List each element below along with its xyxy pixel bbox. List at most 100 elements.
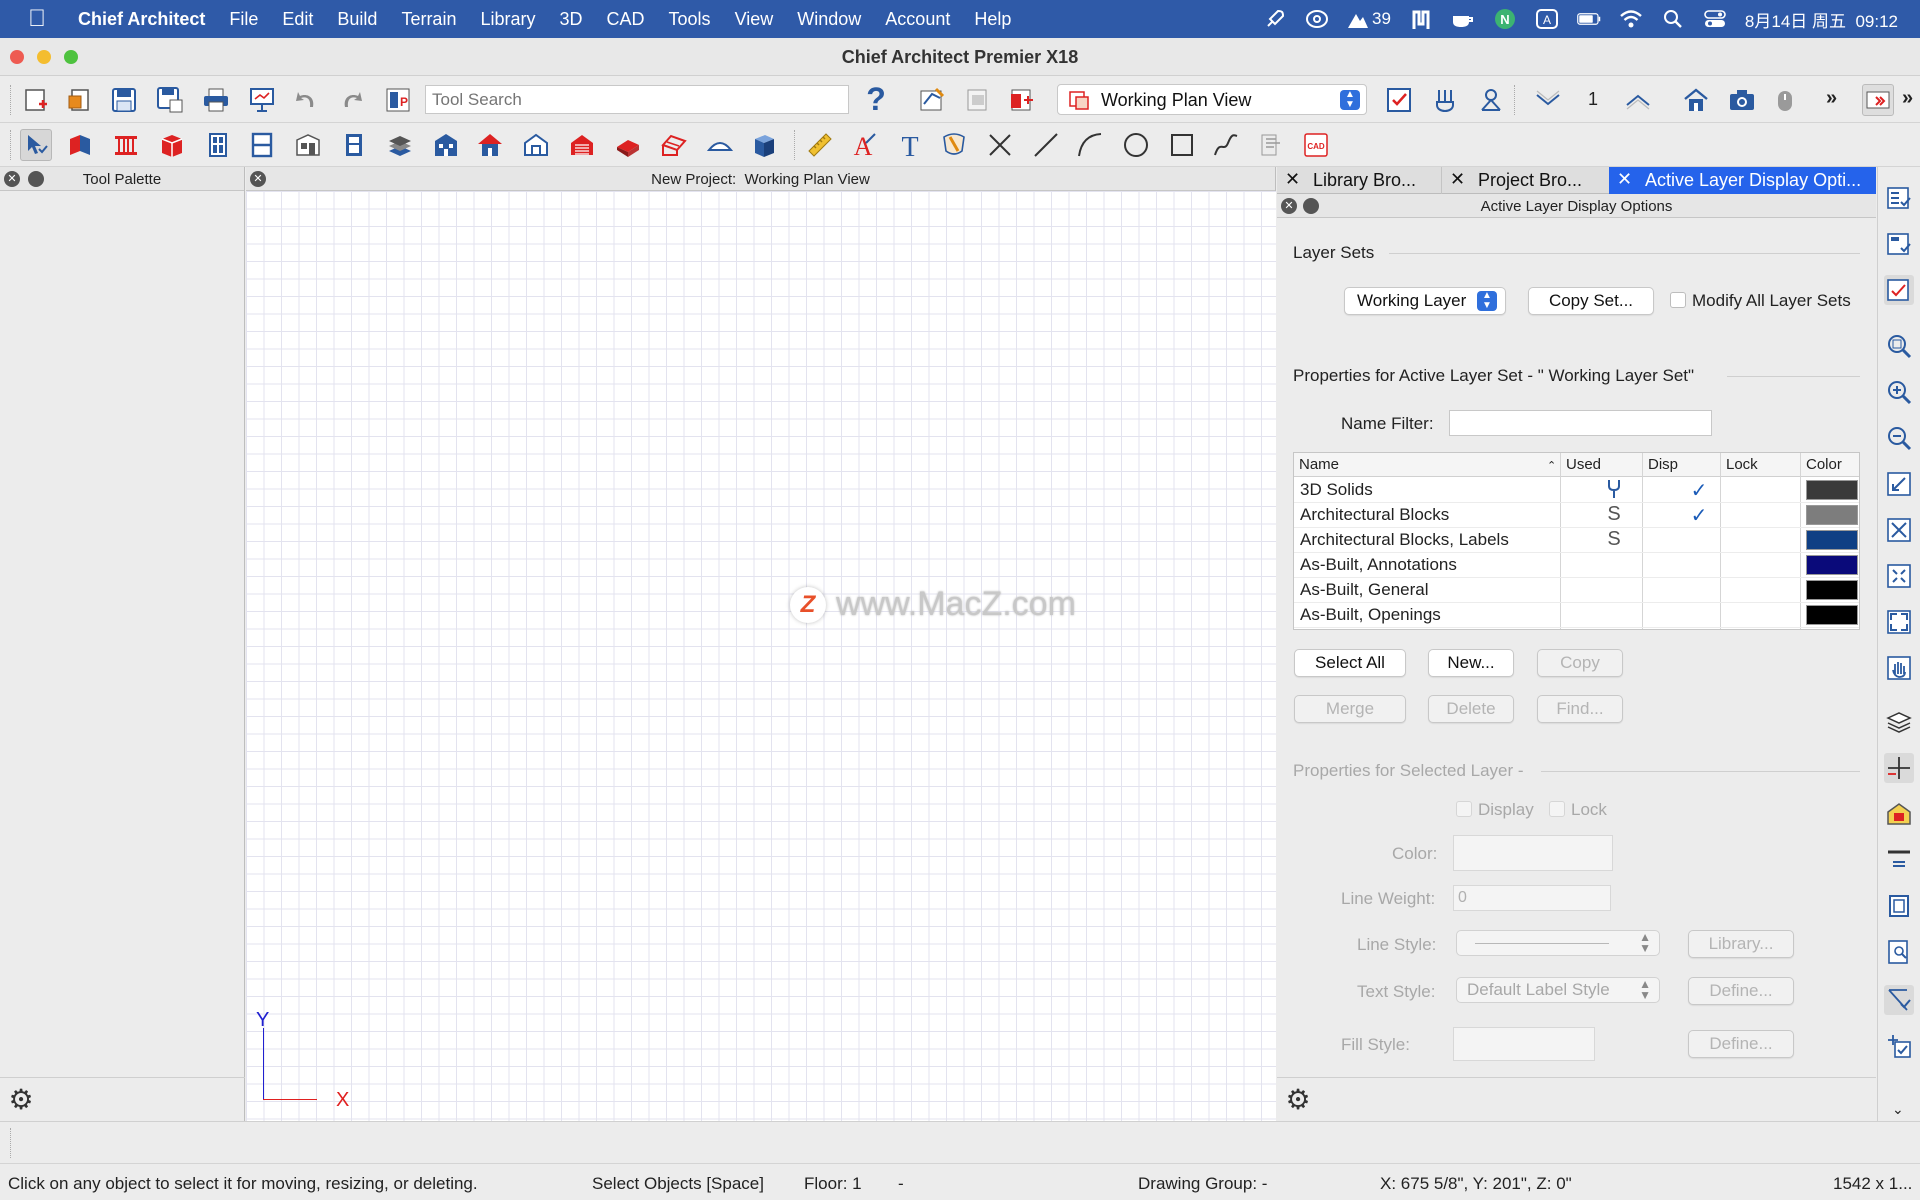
- col-disp-header[interactable]: Disp: [1648, 456, 1678, 473]
- view-select[interactable]: Working Plan View ▲ ▼: [1057, 84, 1367, 115]
- window-tool-icon[interactable]: [246, 129, 278, 161]
- layer-check-icon[interactable]: [1884, 275, 1914, 305]
- checklist-icon[interactable]: [1383, 84, 1415, 116]
- gear-icon[interactable]: ⚙: [6, 1085, 36, 1115]
- lock-checkbox[interactable]: [1549, 801, 1565, 817]
- menu-tools[interactable]: Tools: [657, 9, 723, 30]
- undo-icon[interactable]: [290, 84, 322, 116]
- menu-file[interactable]: File: [217, 9, 270, 30]
- menubar-datetime[interactable]: 8月14日 周五 09:12: [1745, 7, 1898, 32]
- home-icon[interactable]: [1680, 84, 1712, 116]
- tab-active-layer-display[interactable]: ✕ Active Layer Display Opti...: [1609, 167, 1876, 194]
- line-tool-icon[interactable]: [1030, 129, 1062, 161]
- find-in-view-icon[interactable]: [1884, 937, 1914, 967]
- frame-icon[interactable]: [1884, 891, 1914, 921]
- weather-icon[interactable]: 39: [1347, 7, 1391, 31]
- furniture-icon[interactable]: [292, 129, 324, 161]
- menu-app-name[interactable]: Chief Architect: [72, 9, 217, 30]
- lock-cell[interactable]: [1722, 578, 1800, 602]
- col-lock-header[interactable]: Lock: [1726, 456, 1758, 473]
- house-roof-icon[interactable]: [474, 129, 506, 161]
- menu-account[interactable]: Account: [873, 9, 962, 30]
- menu-library[interactable]: Library: [468, 9, 547, 30]
- find-button[interactable]: Find...: [1537, 695, 1623, 723]
- shape-tool-icon[interactable]: [704, 129, 736, 161]
- send-to-layout-icon[interactable]: [962, 84, 994, 116]
- print-icon[interactable]: [200, 84, 232, 116]
- close-tab-icon[interactable]: ✕: [1450, 169, 1465, 190]
- zoom-in-icon[interactable]: [1884, 377, 1914, 407]
- layer-display-icon[interactable]: [1884, 183, 1914, 213]
- col-color-header[interactable]: Color: [1806, 456, 1842, 473]
- cad-block-icon[interactable]: CAD: [1300, 129, 1332, 161]
- close-tab-icon[interactable]: ✕: [1285, 169, 1300, 190]
- roof-icon[interactable]: [658, 129, 690, 161]
- menu-help[interactable]: Help: [962, 9, 1023, 30]
- new-plan-icon[interactable]: [20, 84, 52, 116]
- text-style-select[interactable]: Default Label Style ▲ ▼: [1456, 977, 1660, 1003]
- stairs-icon[interactable]: [384, 129, 416, 161]
- line-weight-input[interactable]: 0: [1453, 885, 1611, 911]
- rocket-icon[interactable]: [1263, 7, 1287, 31]
- table-row[interactable]: As-Built, Annotations: [1294, 553, 1859, 578]
- modify-all-checkbox[interactable]: [1670, 292, 1686, 308]
- chevron-down-icon[interactable]: ⌄: [1892, 1101, 1904, 1118]
- layer-check-plus-icon[interactable]: [1884, 1031, 1914, 1061]
- coffee-icon[interactable]: [1451, 7, 1475, 31]
- floor-up-icon[interactable]: [1622, 84, 1654, 116]
- text-arrow-icon[interactable]: A: [848, 129, 880, 161]
- circle-tool-icon[interactable]: [1120, 129, 1152, 161]
- slab-icon[interactable]: [612, 129, 644, 161]
- magnet-icon[interactable]: [1409, 7, 1433, 31]
- menu-cad[interactable]: CAD: [595, 9, 657, 30]
- wifi-icon[interactable]: [1619, 7, 1643, 31]
- display-checkbox[interactable]: [1456, 801, 1472, 817]
- menu-view[interactable]: View: [723, 9, 786, 30]
- shed-icon[interactable]: [520, 129, 552, 161]
- define-text-style-button[interactable]: Define...: [1688, 977, 1794, 1005]
- cad-detail-icon[interactable]: [1256, 129, 1288, 161]
- layers-stack-icon[interactable]: [1884, 707, 1914, 737]
- menu-terrain[interactable]: Terrain: [389, 9, 468, 30]
- spotlight-search-icon[interactable]: [1661, 7, 1685, 31]
- table-row[interactable]: As-Built, Openings: [1294, 603, 1859, 628]
- line-style-select[interactable]: ▲ ▼: [1456, 930, 1660, 956]
- tool-search-input[interactable]: [425, 85, 849, 114]
- wall-tool-icon[interactable]: [64, 129, 96, 161]
- crosshair-icon[interactable]: [1884, 753, 1914, 783]
- text-tool-icon[interactable]: T: [894, 129, 926, 161]
- layer-color-swatch[interactable]: [1806, 530, 1858, 550]
- drawing-canvas[interactable]: Z www.MacZ.com Y X: [246, 191, 1276, 1121]
- lock-cell[interactable]: [1722, 478, 1800, 502]
- menu-3d[interactable]: 3D: [548, 9, 595, 30]
- fill-window-icon[interactable]: [1884, 515, 1914, 545]
- fit-view-icon[interactable]: [1884, 607, 1914, 637]
- pan-hand-icon[interactable]: [1884, 653, 1914, 683]
- table-row[interactable]: 3D Solids ✓: [1294, 478, 1859, 503]
- copy-layer-button[interactable]: Copy: [1537, 649, 1623, 677]
- gear-icon[interactable]: ⚙: [1283, 1085, 1313, 1115]
- toggle-panel-icon[interactable]: [1862, 84, 1894, 116]
- layer-color-swatch[interactable]: [1806, 505, 1858, 525]
- layer-set-select[interactable]: Working Layer ▲ ▼: [1344, 287, 1506, 315]
- railing-icon[interactable]: [110, 129, 142, 161]
- layout-icon[interactable]: [916, 84, 948, 116]
- creative-cloud-icon[interactable]: [1305, 7, 1329, 31]
- copy-set-button[interactable]: Copy Set...: [1528, 287, 1654, 315]
- project-browser-icon[interactable]: P: [382, 84, 414, 116]
- dimension-angle-icon[interactable]: [1884, 985, 1914, 1015]
- select-tool-icon[interactable]: [1429, 84, 1461, 116]
- building-icon[interactable]: [430, 129, 462, 161]
- walkthrough-icon[interactable]: [1770, 84, 1802, 116]
- layer-color-swatch[interactable]: [1806, 580, 1858, 600]
- library-red-icon[interactable]: [1006, 84, 1038, 116]
- close-tab-icon[interactable]: ✕: [1617, 169, 1632, 190]
- select-objects-icon[interactable]: [20, 129, 52, 161]
- present-icon[interactable]: [246, 84, 278, 116]
- garage-icon[interactable]: [566, 129, 598, 161]
- ruler-icon[interactable]: [804, 129, 836, 161]
- network-icon[interactable]: [1475, 84, 1507, 116]
- select-all-button[interactable]: Select All: [1294, 649, 1406, 677]
- layer-color-swatch[interactable]: [1806, 480, 1858, 500]
- library-button[interactable]: Library...: [1688, 930, 1794, 958]
